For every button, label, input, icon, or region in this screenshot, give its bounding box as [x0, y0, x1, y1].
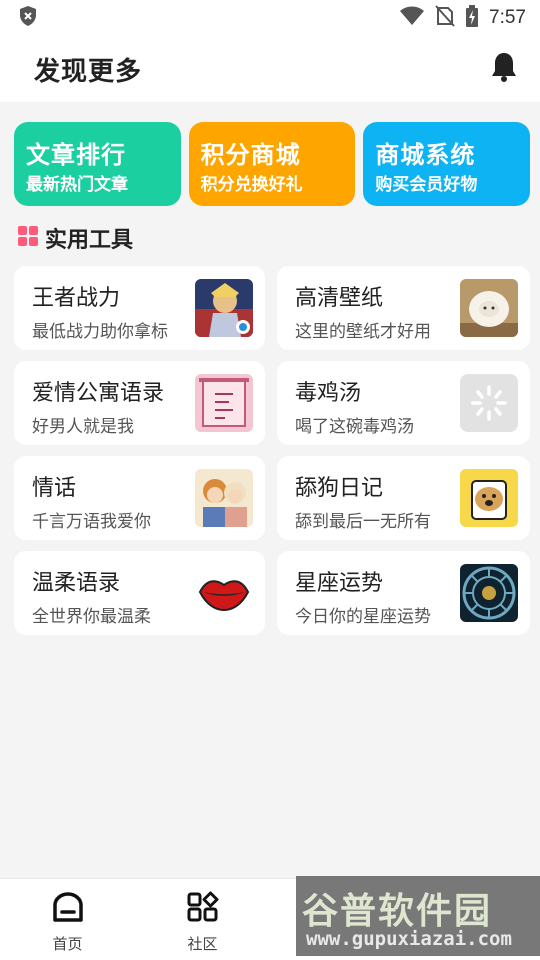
- watermark-url: www.gupuxiazai.com: [306, 928, 512, 950]
- home-icon: [51, 891, 85, 927]
- sheep-plush-thumb: [460, 279, 518, 337]
- zodiac-wheel-thumb: [460, 564, 518, 622]
- bell-icon[interactable]: [490, 51, 518, 87]
- wifi-icon: [399, 6, 425, 30]
- banner-subtitle: 最新热门文章: [26, 175, 128, 195]
- banner-article-ranking[interactable]: 文章排行 最新热门文章: [14, 122, 181, 206]
- section-title: 实用工具: [45, 228, 134, 253]
- banner-title: 商城系统: [375, 141, 476, 169]
- status-bar: 7:57: [0, 0, 540, 36]
- banner-row: 文章排行 最新热门文章 积分商城 积分兑换好礼 商城系统 购买会员好物: [14, 122, 531, 206]
- page-title: 发现更多: [34, 56, 143, 87]
- tools-grid: 王者战力 最低战力助你拿标 高清壁纸 这里的壁纸才好用 爱情公寓语录 好男人就是…: [14, 266, 530, 635]
- section-heading: 实用工具: [17, 222, 133, 254]
- tool-card-horoscope[interactable]: 星座运势 今日你的星座运势: [277, 551, 530, 635]
- nav-label: 社区: [187, 935, 218, 953]
- banner-title: 文章排行: [26, 141, 126, 169]
- status-time: 7:57: [489, 7, 526, 28]
- tool-card-dog-diary[interactable]: 舔狗日记 舔到最后一无所有: [277, 456, 530, 540]
- tool-card-gentle-quotes[interactable]: 温柔语录 全世界你最温柔: [14, 551, 265, 635]
- nav-label: 首页: [52, 935, 83, 953]
- status-icons: 7:57: [399, 5, 526, 31]
- banner-points-mall[interactable]: 积分商城 积分兑换好礼: [188, 122, 356, 206]
- tool-card-king-power[interactable]: 王者战力 最低战力助你拿标: [14, 266, 265, 350]
- banner-subtitle: 积分兑换好礼: [200, 175, 303, 195]
- nav-item-community[interactable]: 社区: [135, 879, 270, 960]
- loading-spinner-thumb: [460, 374, 518, 432]
- watermark-text: 谷普软件园: [302, 891, 493, 932]
- banner-subtitle: 购买会员好物: [375, 175, 478, 195]
- grid-dots-icon: [17, 225, 39, 251]
- game-hero-thumb: [195, 279, 253, 337]
- apps-icon: [186, 891, 220, 927]
- couple-illustration-thumb: [195, 469, 253, 527]
- tool-card-hd-wallpaper[interactable]: 高清壁纸 这里的壁纸才好用: [277, 266, 530, 350]
- dog-cartoon-thumb: [460, 469, 518, 527]
- banner-mall-system[interactable]: 商城系统 购买会员好物: [363, 122, 531, 206]
- nav-item-home[interactable]: 首页: [0, 879, 135, 960]
- tool-card-love-words[interactable]: 情话 千言万语我爱你: [14, 456, 265, 540]
- tool-card-poison-soup[interactable]: 毒鸡汤 喝了这碗毒鸡汤: [277, 361, 530, 445]
- app-header: 发现更多: [0, 36, 540, 102]
- red-lips-thumb: [195, 564, 253, 622]
- love-apartment-thumb: [195, 374, 253, 432]
- tool-card-love-apartment[interactable]: 爱情公寓语录 好男人就是我: [14, 361, 265, 445]
- banner-title: 积分商城: [200, 141, 301, 169]
- watermark: 谷普软件园 www.gupuxiazai.com: [296, 876, 540, 956]
- no-sim-icon: [435, 5, 455, 31]
- shield-icon: [18, 5, 38, 31]
- battery-charging-icon: [465, 5, 479, 31]
